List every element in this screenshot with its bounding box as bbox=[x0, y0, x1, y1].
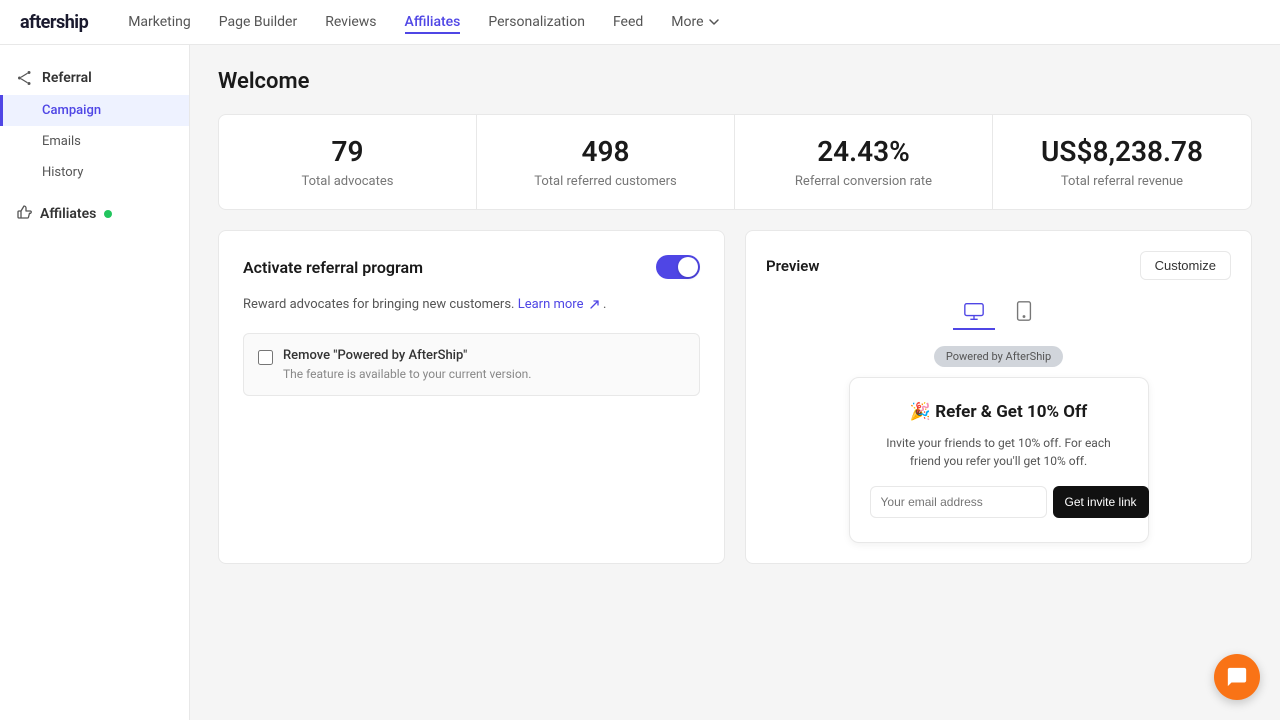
powered-checkbox-container: Remove "Powered by AfterShip" The featur… bbox=[243, 333, 700, 396]
stat-value-referred: 498 bbox=[501, 135, 710, 168]
nav-page-builder[interactable]: Page Builder bbox=[219, 10, 297, 34]
activate-desc: Reward advocates for bringing new custom… bbox=[243, 295, 700, 315]
preview-card: Preview Customize bbox=[745, 230, 1252, 564]
stat-value-advocates: 79 bbox=[243, 135, 452, 168]
stat-card-advocates: 79 Total advocates bbox=[219, 115, 477, 209]
sidebar-affiliates-label: Affiliates bbox=[40, 206, 96, 222]
nav-personalization[interactable]: Personalization bbox=[488, 10, 585, 34]
chevron-down-icon bbox=[708, 16, 720, 28]
powered-sublabel: The feature is available to your current… bbox=[283, 367, 531, 381]
thumbs-up-icon bbox=[16, 204, 32, 224]
share-icon bbox=[16, 69, 34, 87]
desktop-view-btn[interactable] bbox=[953, 294, 995, 330]
stat-card-referred: 498 Total referred customers bbox=[477, 115, 735, 209]
sidebar-item-campaign[interactable]: Campaign bbox=[0, 95, 189, 126]
stat-value-conversion: 24.43% bbox=[759, 135, 968, 168]
powered-checkbox-input[interactable] bbox=[258, 350, 273, 365]
sidebar-referral-header[interactable]: Referral bbox=[0, 61, 189, 95]
activate-header: Activate referral program bbox=[243, 255, 700, 279]
sidebar-referral-section: Referral Campaign Emails History bbox=[0, 61, 189, 188]
lower-row: Activate referral program Reward advocat… bbox=[218, 230, 1252, 564]
widget-email-input[interactable] bbox=[870, 486, 1047, 518]
preview-title: Preview bbox=[766, 257, 819, 275]
preview-header: Preview Customize bbox=[766, 251, 1231, 280]
sidebar-item-history[interactable]: History bbox=[0, 157, 189, 188]
sidebar-referral-label: Referral bbox=[42, 70, 92, 86]
main-content: Welcome 79 Total advocates 498 Total ref… bbox=[190, 45, 1280, 720]
sidebar: Referral Campaign Emails History Affilia… bbox=[0, 45, 190, 720]
preview-widget-wrap: Powered by AfterShip 🎉 Refer & Get 10% O… bbox=[766, 346, 1231, 543]
affiliates-badge bbox=[104, 210, 112, 218]
stat-card-conversion: 24.43% Referral conversion rate bbox=[735, 115, 993, 209]
sidebar-affiliates-header[interactable]: Affiliates bbox=[0, 196, 189, 232]
activate-title: Activate referral program bbox=[243, 258, 423, 277]
widget-desc: Invite your friends to get 10% off. For … bbox=[870, 434, 1128, 470]
nav-reviews[interactable]: Reviews bbox=[325, 10, 376, 34]
stat-value-revenue: US$8,238.78 bbox=[1017, 135, 1227, 168]
stats-row: 79 Total advocates 498 Total referred cu… bbox=[218, 114, 1252, 210]
app-body: Referral Campaign Emails History Affilia… bbox=[0, 45, 1280, 720]
sidebar-item-emails[interactable]: Emails bbox=[0, 126, 189, 157]
powered-label: Remove "Powered by AfterShip" bbox=[283, 348, 531, 363]
stat-label-conversion: Referral conversion rate bbox=[759, 174, 968, 189]
referral-toggle[interactable] bbox=[656, 255, 700, 279]
customize-button[interactable]: Customize bbox=[1140, 251, 1231, 280]
stat-card-revenue: US$8,238.78 Total referral revenue bbox=[993, 115, 1251, 209]
widget-card: 🎉 Refer & Get 10% Off Invite your friend… bbox=[849, 377, 1149, 543]
external-link-icon bbox=[589, 299, 600, 310]
nav-affiliates[interactable]: Affiliates bbox=[405, 10, 461, 34]
widget-input-row: Get invite link bbox=[870, 486, 1128, 518]
stat-label-revenue: Total referral revenue bbox=[1017, 174, 1227, 189]
tablet-view-btn[interactable] bbox=[1003, 294, 1045, 330]
stat-label-referred: Total referred customers bbox=[501, 174, 710, 189]
chat-icon bbox=[1226, 666, 1248, 688]
chat-button[interactable] bbox=[1214, 654, 1260, 700]
nav-more[interactable]: More bbox=[671, 14, 719, 30]
activate-card: Activate referral program Reward advocat… bbox=[218, 230, 725, 564]
tablet-icon bbox=[1013, 300, 1035, 322]
widget-title: 🎉 Refer & Get 10% Off bbox=[870, 402, 1128, 422]
page-title: Welcome bbox=[218, 69, 1252, 94]
nav-feed[interactable]: Feed bbox=[613, 10, 643, 34]
nav-marketing[interactable]: Marketing bbox=[128, 10, 191, 34]
desktop-icon bbox=[963, 300, 985, 322]
device-switcher bbox=[766, 294, 1231, 330]
stat-label-advocates: Total advocates bbox=[243, 174, 452, 189]
top-nav: aftership Marketing Page Builder Reviews… bbox=[0, 0, 1280, 45]
powered-by-badge: Powered by AfterShip bbox=[934, 346, 1063, 367]
learn-more-link[interactable]: Learn more bbox=[518, 297, 603, 312]
widget-invite-btn[interactable]: Get invite link bbox=[1053, 486, 1149, 518]
logo: aftership bbox=[20, 12, 88, 33]
